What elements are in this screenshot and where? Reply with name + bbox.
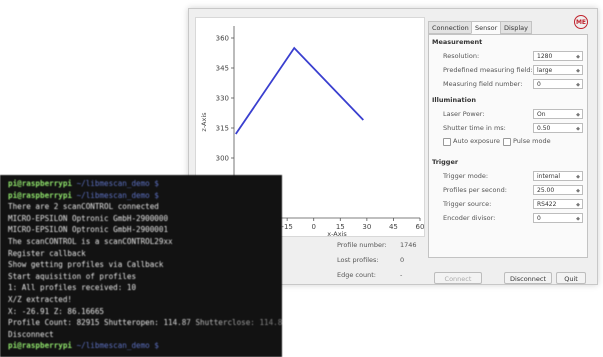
terminal-path: ~/libmescan_demo $: [72, 341, 159, 351]
shutter-time-value: 0.50: [537, 125, 551, 132]
settings-panel: Connection Sensor Display ME Measurement…: [428, 15, 593, 284]
terminal-path: ~/libmescan_demo $: [72, 190, 159, 200]
edge-count-label: Edge count:: [337, 271, 376, 279]
micro-epsilon-logo-icon: ME: [574, 15, 588, 29]
x-tick-label: 45: [389, 223, 398, 231]
spin-arrows-icon: ◆: [576, 202, 580, 208]
terminal-line: 1: All profiles received: 10: [8, 283, 137, 293]
tab-sensor[interactable]: Sensor: [471, 21, 502, 34]
resolution-select[interactable]: 1280 ◆: [533, 51, 583, 61]
trigger-source-select[interactable]: RS422 ◆: [533, 199, 583, 209]
terminal-line: Register callback: [8, 248, 86, 258]
profile-number-value: 1746: [400, 241, 417, 249]
spin-arrows-icon: ◆: [576, 82, 580, 88]
pulse-mode-label: Pulse mode: [513, 137, 551, 145]
laser-power-value: On: [537, 111, 546, 118]
trigger-heading: Trigger: [432, 158, 459, 166]
spin-arrows-icon: ◆: [576, 216, 580, 222]
terminal-prompt: pi@raspberrypi: [8, 190, 73, 200]
terminal-prompt: pi@raspberrypi: [8, 341, 73, 351]
field-number-spinbox[interactable]: 0 ◆: [533, 79, 583, 89]
field-number-label: Measuring field number:: [443, 80, 523, 88]
terminal-line: Start aquisition of profiles: [8, 271, 137, 281]
measurement-heading: Measurement: [432, 38, 483, 46]
edge-count-value: -: [400, 271, 403, 279]
trigger-mode-value: internal: [537, 173, 561, 180]
profiles-per-second-value: 25.00: [537, 187, 555, 194]
lost-profiles-label: Lost profiles:: [337, 256, 379, 264]
terminal-line: Show getting profiles via Callback: [8, 260, 164, 270]
terminal-line: Profile Count: 82915 Shutteropen: 114.87…: [8, 318, 282, 328]
terminal-path: ~/libmescan_demo $: [72, 179, 159, 188]
disconnect-button[interactable]: Disconnect: [504, 272, 552, 284]
spin-arrows-icon: ◆: [576, 188, 580, 194]
laser-power-label: Laser Power:: [443, 110, 485, 118]
terminal-line: There are 2 scanCONTROL connected: [8, 202, 159, 212]
shutter-time-spinbox[interactable]: 0.50 ◆: [533, 123, 583, 133]
tab-connection[interactable]: Connection: [428, 21, 473, 34]
terminal-line: X/Z extracted!: [8, 295, 73, 304]
pulse-mode-checkbox[interactable]: [503, 138, 511, 146]
x-tick-label: 30: [362, 223, 371, 231]
trigger-source-label: Trigger source:: [443, 200, 492, 208]
profiles-per-second-label: Profiles per second:: [443, 186, 507, 194]
encoder-divisor-label: Encoder divisor:: [443, 214, 496, 222]
spin-arrows-icon: ◆: [576, 112, 580, 118]
spin-arrows-icon: ◆: [576, 68, 580, 74]
connect-button[interactable]: Connect: [434, 272, 482, 284]
spin-arrows-icon: ◆: [576, 54, 580, 60]
trigger-mode-select[interactable]: internal ◆: [533, 171, 583, 181]
shutter-time-label: Shutter time in ms:: [443, 124, 506, 132]
spin-arrows-icon: ◆: [576, 174, 580, 180]
terminal-line: The scanCONTROL is a scanCONTROL29xx: [8, 237, 173, 246]
laser-power-select[interactable]: On ◆: [533, 109, 583, 119]
terminal-line: pi@raspberrypi ~/libmescan_demo $: [8, 191, 159, 200]
spin-arrows-icon: ◆: [576, 126, 580, 132]
auto-exposure-checkbox[interactable]: [443, 138, 451, 146]
illumination-heading: Illumination: [432, 96, 476, 104]
encoder-divisor-value: 0: [537, 215, 541, 222]
x-tick-label: -15: [281, 223, 292, 231]
trigger-mode-label: Trigger mode:: [443, 172, 489, 180]
profiles-per-second-spinbox[interactable]: 25.00 ◆: [533, 185, 583, 195]
y-tick-label: 300: [216, 155, 229, 163]
terminal-line: MICRO-EPSILON Optronic GmbH-2900000: [8, 213, 169, 223]
quit-button[interactable]: Quit: [556, 272, 586, 284]
profile-number-label: Profile number:: [337, 241, 387, 249]
terminal-line: Disconnect: [8, 329, 54, 339]
resolution-value: 1280: [537, 53, 553, 60]
auto-exposure-label: Auto exposure: [453, 137, 501, 145]
x-tick-label: 60: [416, 223, 424, 231]
resolution-label: Resolution:: [443, 52, 480, 60]
lost-profiles-value: 0: [400, 256, 405, 264]
terminal-line: pi@raspberrypi ~/libmescan_demo $: [8, 179, 159, 188]
sensor-tab-body: Measurement Resolution: 1280 ◆ Predefined…: [428, 34, 588, 258]
terminal-line: MICRO-EPSILON Optronic GmbH-2900001: [8, 225, 169, 235]
measuring-field-label: Predefined measuring field:: [443, 66, 533, 74]
field-number-value: 0: [537, 81, 541, 88]
y-axis-title: z-Axis: [200, 112, 208, 132]
y-tick-label: 345: [216, 65, 229, 73]
x-tick-label: 0: [311, 223, 315, 231]
tab-display[interactable]: Display: [500, 21, 532, 34]
trigger-source-value: RS422: [537, 201, 557, 208]
encoder-divisor-spinbox[interactable]: 0 ◆: [533, 213, 583, 223]
measuring-field-value: large: [537, 67, 553, 74]
y-tick-label: 330: [216, 95, 229, 103]
profile-series-line: [235, 46, 364, 135]
terminal-line: X: -26.91 Z: 86.16665: [8, 306, 105, 316]
terminal-photo: pi@raspberrypi ~/libmescan_demo $ pi@rasp…: [0, 175, 282, 357]
y-tick-label: 315: [216, 125, 229, 133]
measuring-field-select[interactable]: large ◆: [533, 65, 583, 75]
terminal-line: pi@raspberrypi ~/libmescan_demo $: [8, 341, 159, 350]
y-tick-label: 360: [216, 35, 229, 43]
terminal-prompt: pi@raspberrypi: [8, 179, 73, 188]
